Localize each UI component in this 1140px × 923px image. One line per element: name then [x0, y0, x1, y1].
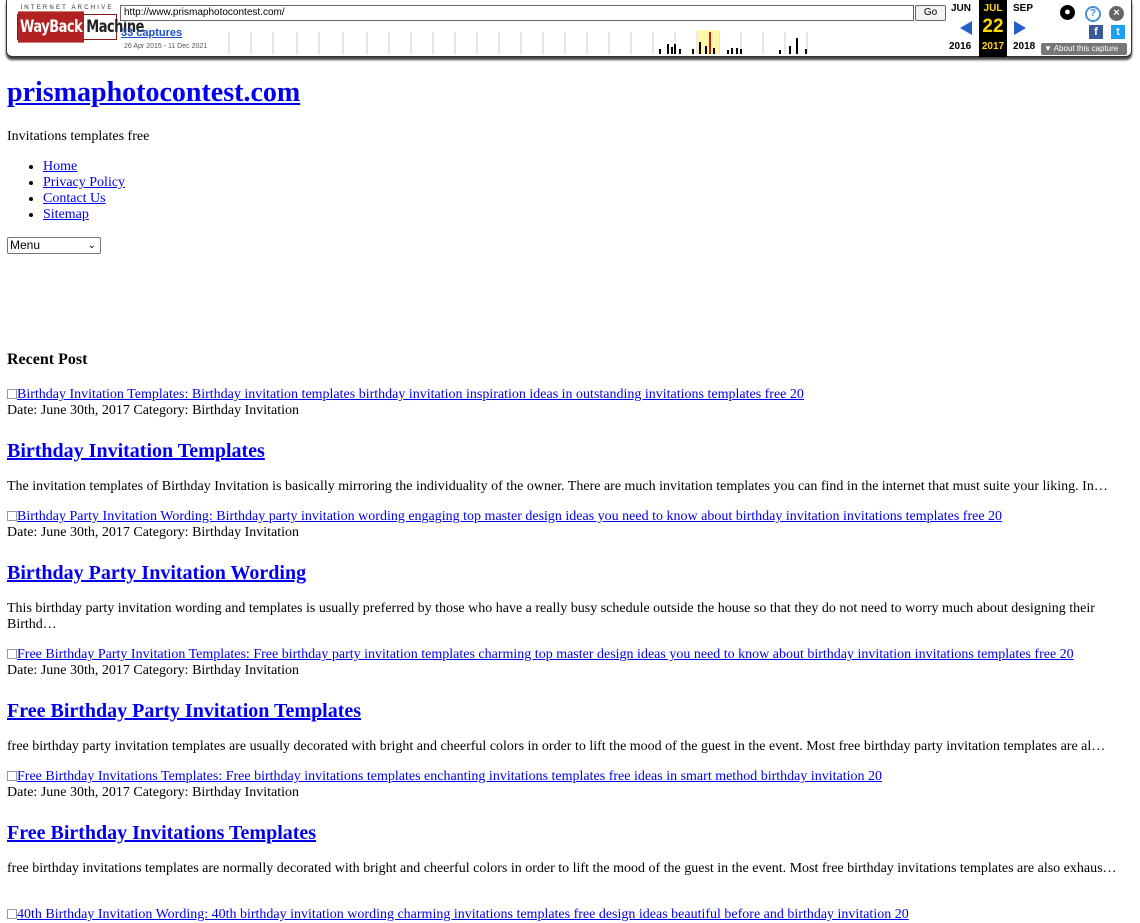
next-month-label[interactable]: SEP: [1013, 3, 1033, 14]
nav-link-privacy[interactable]: Privacy Policy: [43, 175, 125, 190]
post-meta: Date: June 30th, 2017 Category: Birthday…: [7, 663, 300, 678]
post-image-alt: 40th Birthday Invitation Wording: 40th b…: [17, 907, 909, 922]
nav-item-privacy: Privacy Policy: [43, 175, 1133, 191]
chevron-down-icon: ⌄: [87, 240, 96, 251]
current-day: 22: [982, 16, 1004, 37]
current-capture-date: JUL 22 2017: [979, 0, 1007, 57]
nav-link-sitemap[interactable]: Sitemap: [43, 207, 89, 222]
post-title: Birthday Party Invitation Wording: [7, 561, 1133, 585]
post-image-link[interactable]: Free Birthday Party Invitation Templates…: [7, 647, 1133, 663]
post-item: Free Birthday Party Invitation Templates…: [7, 647, 1133, 755]
captures-link[interactable]: 33 captures: [121, 27, 182, 39]
post-meta: Date: June 30th, 2017 Category: Birthday…: [7, 403, 300, 418]
wayback-url-input[interactable]: http://www.prismaphotocontest.com/: [120, 5, 914, 21]
year-dividers: [228, 32, 808, 54]
capture-date-range: 26 Apr 2015 - 11 Dec 2021: [124, 43, 208, 50]
current-year: 2017: [981, 41, 1005, 52]
site-title: prismaphotocontest.com: [7, 74, 1133, 112]
menu-select[interactable]: Menu ⌄: [7, 237, 101, 254]
prev-year-label[interactable]: 2016: [949, 41, 971, 52]
post-image-alt: Birthday Invitation Templates: Birthday …: [17, 387, 804, 402]
post-item: Birthday Party Invitation Wording: Birth…: [7, 509, 1133, 633]
twitter-icon[interactable]: t: [1111, 25, 1125, 39]
about-capture-label: About this capture: [1053, 44, 1119, 53]
nav-link-home[interactable]: Home: [43, 159, 77, 174]
post-title-link[interactable]: Birthday Invitation Templates: [7, 440, 265, 462]
next-year-label[interactable]: 2018: [1013, 41, 1035, 52]
post-image-link[interactable]: Birthday Party Invitation Wording: Birth…: [7, 509, 1133, 525]
post-title: Birthday Invitation Templates: [7, 439, 1133, 463]
post-meta: Date: June 30th, 2017 Category: Birthday…: [7, 525, 300, 540]
go-button[interactable]: Go: [915, 5, 946, 21]
internet-archive-label: INTERNET ARCHIVE: [20, 5, 114, 11]
captures-sparkline[interactable]: [227, 30, 947, 54]
nav-item-sitemap: Sitemap: [43, 207, 1133, 223]
about-capture-button[interactable]: ▼ About this capture: [1041, 43, 1127, 55]
prev-month-label[interactable]: JUN: [951, 3, 971, 14]
post-image-link[interactable]: 40th Birthday Invitation Wording: 40th b…: [7, 907, 1133, 923]
current-month: JUL: [983, 3, 1003, 14]
menu-select-value: Menu: [10, 238, 41, 252]
page-content: prismaphotocontest.com Invitations templ…: [7, 74, 1133, 922]
broken-image-icon: [7, 389, 17, 399]
wayback-toolbar: INTERNET ARCHIVE WayBack Machine http://…: [6, 0, 1132, 57]
wayback-word: WayBack: [18, 11, 85, 43]
main-nav: Home Privacy Policy Contact Us Sitemap: [7, 159, 1133, 223]
post-excerpt: free birthday invitations templates are …: [7, 861, 1117, 876]
broken-image-icon: [7, 909, 17, 919]
post-item: Free Birthday Invitations Templates: Fre…: [7, 769, 1133, 877]
wayback-logo[interactable]: INTERNET ARCHIVE WayBack Machine: [17, 5, 144, 45]
wayback-wordmark: WayBack Machine: [17, 11, 144, 43]
nav-item-home: Home: [43, 159, 1133, 175]
post-title-link[interactable]: Free Birthday Invitations Templates: [7, 822, 316, 844]
recent-post-heading: Recent Post: [7, 351, 88, 368]
post-image-alt: Free Birthday Invitations Templates: Fre…: [17, 769, 883, 784]
post-title-link[interactable]: Free Birthday Party Invitation Templates: [7, 700, 361, 722]
post-item: Birthday Invitation Templates: Birthday …: [7, 387, 1133, 495]
broken-image-icon: [7, 771, 17, 781]
prev-capture-arrow-icon[interactable]: [960, 21, 972, 35]
post-image-alt: Free Birthday Party Invitation Templates…: [17, 647, 1074, 662]
post-excerpt: This birthday party invitation wording a…: [7, 601, 1095, 632]
post-title: Free Birthday Party Invitation Templates: [7, 699, 1133, 723]
post-excerpt: The invitation templates of Birthday Inv…: [7, 479, 1108, 494]
nav-link-contact[interactable]: Contact Us: [43, 191, 106, 206]
close-icon[interactable]: ×: [1109, 6, 1124, 21]
post-title: Free Birthday Invitations Templates: [7, 821, 1133, 845]
post-item: 40th Birthday Invitation Wording: 40th b…: [7, 907, 1133, 923]
help-icon[interactable]: ?: [1085, 6, 1101, 22]
post-title-link[interactable]: Birthday Party Invitation Wording: [7, 562, 306, 584]
site-tagline: Invitations templates free: [7, 129, 150, 144]
post-meta: Date: June 30th, 2017 Category: Birthday…: [7, 785, 300, 800]
broken-image-icon: [7, 511, 17, 521]
captures-count: 33 captures: [121, 27, 182, 39]
site-title-link[interactable]: prismaphotocontest.com: [7, 77, 300, 108]
next-capture-arrow-icon[interactable]: [1014, 21, 1026, 35]
post-image-link[interactable]: Free Birthday Invitations Templates: Fre…: [7, 769, 1133, 785]
broken-image-icon: [7, 649, 17, 659]
post-excerpt: free birthday party invitation templates…: [7, 739, 1106, 754]
caret-down-icon: ▼: [1044, 44, 1052, 53]
current-capture-marker: [709, 32, 711, 54]
user-account-icon[interactable]: ●: [1060, 5, 1075, 20]
facebook-icon[interactable]: f: [1089, 25, 1103, 39]
post-image-link[interactable]: Birthday Invitation Templates: Birthday …: [7, 387, 1133, 403]
nav-item-contact: Contact Us: [43, 191, 1133, 207]
post-image-alt: Birthday Party Invitation Wording: Birth…: [17, 509, 1003, 524]
